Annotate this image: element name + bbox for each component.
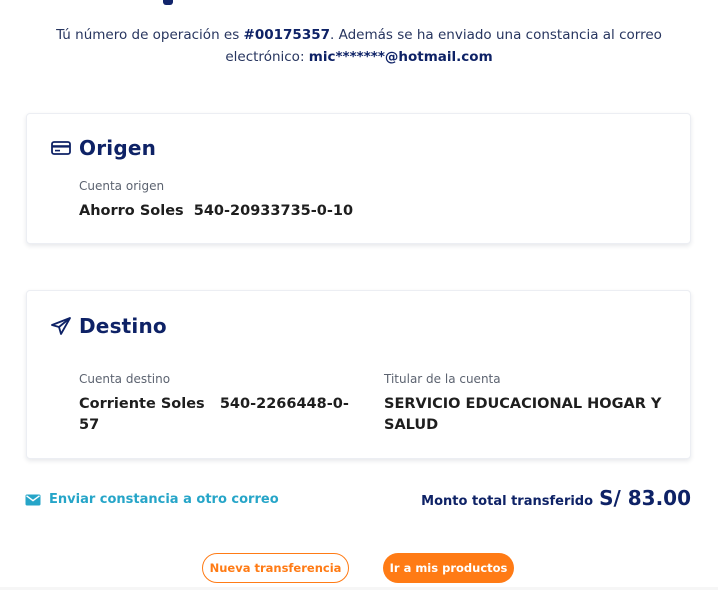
go-to-products-button[interactable]: Ir a mis productos <box>383 553 514 583</box>
origen-account-field: Cuenta origen Ahorro Soles 540-20933735-… <box>79 179 353 222</box>
origen-account-value: Ahorro Soles 540-20933735-0-10 <box>79 203 354 219</box>
total-transferred: Monto total transferido S/ 83.00 <box>421 486 691 510</box>
account-holder-value: SERVICIO EDUCACIONAL HOGAR Y SALUD <box>384 396 662 433</box>
send-receipt-link[interactable]: Enviar constancia a otro correo <box>25 492 279 507</box>
paper-plane-icon <box>51 317 71 335</box>
credit-card-icon <box>51 140 71 156</box>
total-label: Monto total transferido <box>421 494 594 509</box>
destino-account-label: Cuenta destino <box>79 372 171 386</box>
destino-header: Destino <box>51 314 167 338</box>
header-edge <box>163 0 173 5</box>
intro-text: Tú número de operación es <box>56 27 244 43</box>
masked-email: mic*******@hotmail.com <box>308 49 493 65</box>
account-holder-label: Titular de la cuenta <box>384 372 501 386</box>
operation-number: #00175357 <box>243 27 331 43</box>
origen-account-label: Cuenta origen <box>79 179 165 193</box>
envelope-icon <box>25 494 41 506</box>
destino-account-field: Cuenta destino Corriente Soles 540-22664… <box>79 372 349 436</box>
new-transfer-button[interactable]: Nueva transferencia <box>202 553 349 583</box>
destino-card: Destino Cuenta destino Corriente Soles 5… <box>26 290 691 459</box>
origen-title: Origen <box>79 136 157 160</box>
destino-title: Destino <box>79 314 167 338</box>
send-receipt-label[interactable]: Enviar constancia a otro correo <box>49 492 279 507</box>
destino-account-value: Corriente Soles 540-2266448-0-57 <box>79 396 349 433</box>
account-holder-field: Titular de la cuenta SERVICIO EDUCACIONA… <box>384 372 664 436</box>
origen-card: Origen Cuenta origen Ahorro Soles 540-20… <box>26 113 691 244</box>
total-amount: S/ 83.00 <box>599 486 691 510</box>
origen-header: Origen <box>51 136 156 160</box>
confirmation-message: Tú número de operación es #00175357. Ade… <box>40 24 678 68</box>
